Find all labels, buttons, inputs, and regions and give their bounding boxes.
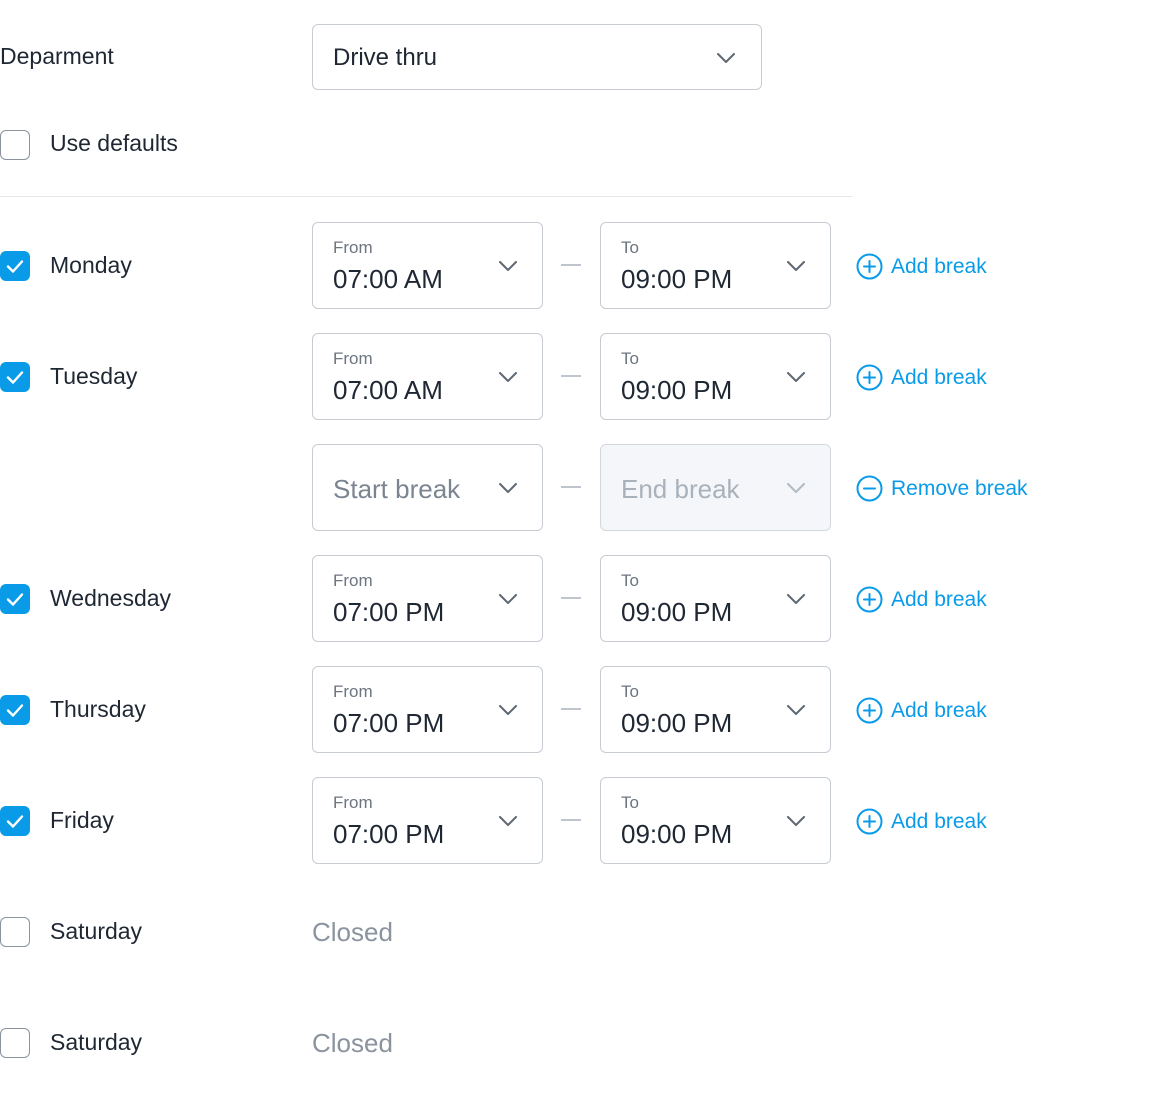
add-break-button[interactable]: Add break [856,697,987,724]
add-break-label: Add break [891,255,987,278]
to-time: 09:00 PM [621,819,733,849]
to-time: 09:00 PM [621,708,733,738]
minus-circle-icon [856,475,883,502]
wednesday-from-select[interactable]: From 07:00 PM [312,555,543,642]
range-dash [561,486,581,488]
day-label-wednesday: Wednesday [50,585,172,611]
chevron-down-icon [787,594,805,604]
tuesday-to-select[interactable]: To 09:00 PM [600,333,831,420]
day-label-monday: Monday [50,252,132,278]
to-time: 09:00 PM [621,597,733,627]
chevron-down-icon [499,594,517,604]
saturday-checkbox[interactable] [0,917,30,947]
thursday-to-select[interactable]: To 09:00 PM [600,666,831,753]
divider [0,196,852,197]
from-caption: From [333,682,373,701]
range-dash [561,708,581,710]
chevron-down-icon [499,372,517,382]
range-dash [561,375,581,377]
chevron-down-icon [787,372,805,382]
add-break-label: Add break [891,366,987,389]
check-icon [6,815,24,828]
remove-break-button[interactable]: Remove break [856,475,1028,502]
chevron-down-icon [499,261,517,271]
friday-to-select[interactable]: To 09:00 PM [600,777,831,864]
use-defaults-checkbox[interactable] [0,130,30,160]
use-defaults-label: Use defaults [50,130,178,156]
day-label-saturday: Saturday [50,1029,143,1055]
to-time: 09:00 PM [621,375,733,405]
check-icon [6,371,24,384]
thursday-from-select[interactable]: From 07:00 PM [312,666,543,753]
from-time: 07:00 PM [333,819,445,849]
tuesday-from-select[interactable]: From 07:00 AM [312,333,543,420]
to-caption: To [621,238,639,257]
remove-break-label: Remove break [891,477,1028,500]
chevron-down-icon [499,816,517,826]
end-break-placeholder: End break [621,474,740,504]
friday-from-select[interactable]: From 07:00 PM [312,777,543,864]
chevron-down-icon [787,261,805,271]
from-caption: From [333,793,373,812]
start-break-placeholder: Start break [333,474,461,504]
thursday-checkbox[interactable] [0,695,30,725]
add-break-button[interactable]: Add break [856,586,987,613]
to-caption: To [621,349,639,368]
range-dash [561,819,581,821]
from-time: 07:00 PM [333,708,445,738]
add-break-label: Add break [891,699,987,722]
add-break-label: Add break [891,810,987,833]
day-label-thursday: Thursday [50,696,146,722]
tuesday-checkbox[interactable] [0,362,30,392]
chevron-down-icon [787,705,805,715]
plus-circle-icon [856,364,883,391]
to-caption: To [621,793,639,812]
check-icon [6,704,24,717]
monday-checkbox[interactable] [0,251,30,281]
chevron-down-icon [499,483,517,493]
from-caption: From [333,571,373,590]
wednesday-to-select[interactable]: To 09:00 PM [600,555,831,642]
department-value: Drive thru [333,44,438,71]
from-time: 07:00 PM [333,597,445,627]
range-dash [561,264,581,266]
chevron-down-icon [717,53,735,63]
day-label-friday: Friday [50,807,114,833]
plus-circle-icon [856,586,883,613]
from-time: 07:00 AM [333,375,443,405]
from-caption: From [333,349,373,368]
from-caption: From [333,238,373,257]
closed-status: Closed [312,1028,393,1058]
monday-to-select[interactable]: To 09:00 PM [600,222,831,309]
day-label-saturday: Saturday [50,918,143,944]
add-break-button[interactable]: Add break [856,364,987,391]
department-select[interactable]: Drive thru [312,24,762,90]
add-break-button[interactable]: Add break [856,253,987,280]
monday-from-select[interactable]: From 07:00 AM [312,222,543,309]
to-time: 09:00 PM [621,264,733,294]
chevron-down-icon [787,483,805,493]
range-dash [561,597,581,599]
from-time: 07:00 AM [333,264,443,294]
saturday-checkbox[interactable] [0,1028,30,1058]
end-break-select: End break [600,444,831,531]
start-break-select[interactable]: Start break [312,444,543,531]
plus-circle-icon [856,253,883,280]
department-label: Deparment [0,43,114,69]
day-label-tuesday: Tuesday [50,363,138,389]
wednesday-checkbox[interactable] [0,584,30,614]
to-caption: To [621,682,639,701]
plus-circle-icon [856,697,883,724]
check-icon [6,593,24,606]
to-caption: To [621,571,639,590]
plus-circle-icon [856,808,883,835]
add-break-button[interactable]: Add break [856,808,987,835]
chevron-down-icon [787,816,805,826]
chevron-down-icon [499,705,517,715]
check-icon [6,260,24,273]
add-break-label: Add break [891,588,987,611]
friday-checkbox[interactable] [0,806,30,836]
closed-status: Closed [312,917,393,947]
